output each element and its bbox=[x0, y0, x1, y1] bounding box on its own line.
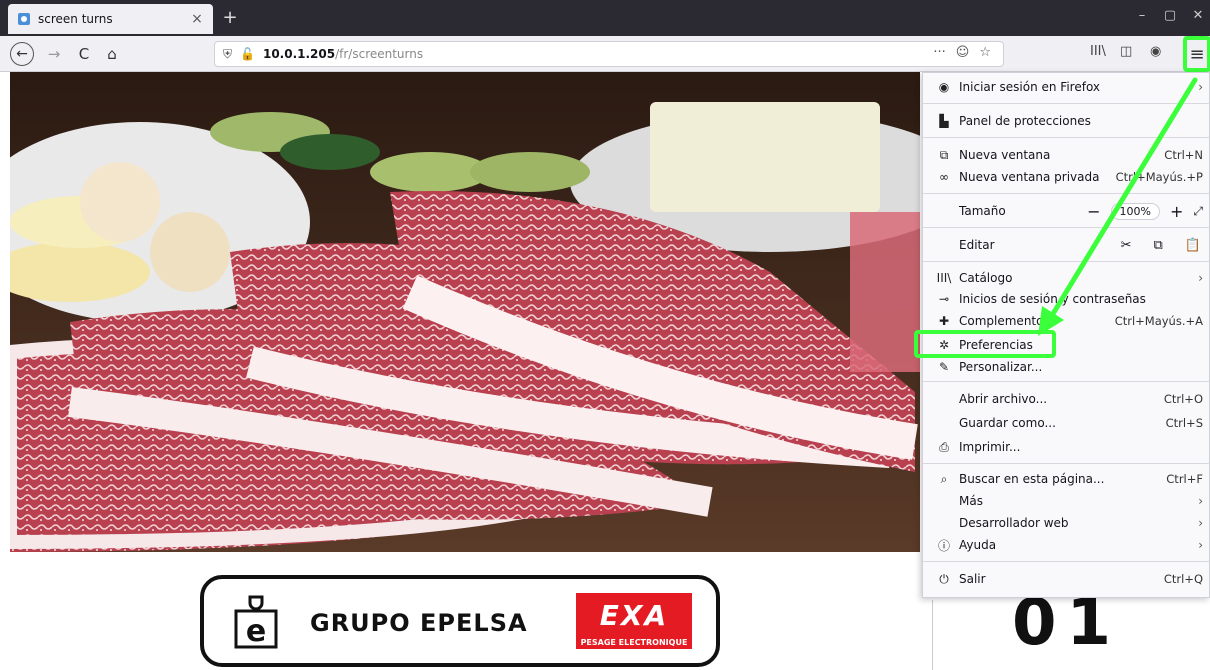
copy-icon[interactable]: ⧉ bbox=[1154, 238, 1163, 253]
url-path: /fr/screenturns bbox=[335, 47, 424, 61]
close-window-button[interactable]: ✕ bbox=[1188, 8, 1208, 23]
menu-item-help[interactable]: ⓘ Ayuda › bbox=[923, 533, 1210, 557]
menu-item-quit[interactable]: ⏻ Salir Ctrl+Q bbox=[923, 567, 1210, 591]
chevron-right-icon: › bbox=[1198, 494, 1203, 508]
grupo-epelsa-logo: e GRUPO EPELSA EXA PESAGE ELECTRONIQUE bbox=[200, 575, 720, 667]
meat-photo bbox=[10, 72, 920, 552]
tab-strip: screen turns × + – ▢ ✕ bbox=[0, 0, 1210, 36]
exa-logo-text: EXA bbox=[599, 599, 669, 632]
minimize-button[interactable]: – bbox=[1132, 8, 1152, 23]
maximize-button[interactable]: ▢ bbox=[1160, 8, 1180, 23]
menu-divider bbox=[923, 261, 1210, 262]
pocket-icon[interactable]: ☺ bbox=[956, 45, 970, 60]
back-button[interactable]: ← bbox=[10, 42, 34, 66]
menu-item-find[interactable]: ⌕ Buscar en esta página... Ctrl+F bbox=[923, 467, 1210, 491]
tab-title: screen turns bbox=[38, 12, 113, 26]
library-icon[interactable]: III\ bbox=[1090, 44, 1106, 59]
zoom-reset-button[interactable]: 100% bbox=[1110, 202, 1160, 220]
menu-divider bbox=[923, 103, 1210, 104]
key-icon: ⊸ bbox=[938, 292, 950, 306]
puzzle-icon: ✚ bbox=[938, 314, 950, 328]
menu-divider bbox=[923, 227, 1210, 228]
fullscreen-icon[interactable]: ⤢ bbox=[1193, 204, 1203, 219]
menu-divider bbox=[923, 193, 1210, 194]
zoom-out-button[interactable]: − bbox=[1087, 202, 1100, 221]
menu-item-protections[interactable]: ▙ Panel de protecciones bbox=[923, 109, 1210, 133]
tab-close-icon[interactable]: × bbox=[189, 11, 205, 27]
chevron-right-icon: › bbox=[1198, 516, 1203, 530]
chevron-right-icon: › bbox=[1198, 80, 1203, 94]
menu-divider bbox=[923, 137, 1210, 138]
zoom-in-button[interactable]: + bbox=[1170, 202, 1183, 221]
menu-item-customize[interactable]: ✎ Personalizar... bbox=[923, 355, 1210, 379]
forward-button[interactable]: → bbox=[42, 42, 66, 66]
new-window-icon: ⧉ bbox=[939, 147, 949, 162]
account-icon[interactable]: ◉ bbox=[1150, 44, 1161, 59]
menu-button-highlight bbox=[1183, 36, 1210, 72]
preferences-highlight bbox=[914, 330, 1056, 358]
menu-item-more[interactable]: Más › bbox=[923, 489, 1210, 513]
menu-divider bbox=[923, 381, 1210, 382]
menu-item-zoom: Tamaño − 100% + ⤢ bbox=[959, 201, 1203, 221]
menu-divider bbox=[923, 561, 1210, 562]
menu-item-print[interactable]: ⎙ Imprimir... bbox=[923, 435, 1210, 459]
page-content bbox=[10, 72, 920, 552]
library-icon: III\ bbox=[936, 271, 952, 285]
menu-item-webdev[interactable]: Desarrollador web › bbox=[923, 511, 1210, 535]
home-button[interactable]: ⌂ bbox=[100, 42, 124, 66]
meat-photo-illustration bbox=[10, 72, 920, 552]
insecure-lock-icon[interactable]: 🔓 bbox=[240, 47, 255, 61]
url-host: 10.0.1.205 bbox=[262, 47, 336, 61]
svg-text:e: e bbox=[246, 614, 266, 649]
logo-text: GRUPO EPELSA bbox=[310, 609, 528, 637]
menu-item-open-file[interactable]: Abrir archivo... Ctrl+O bbox=[923, 387, 1210, 411]
menu-divider bbox=[923, 463, 1210, 464]
cut-icon[interactable]: ✂ bbox=[1121, 238, 1132, 253]
exa-logo-subtitle: PESAGE ELECTRONIQUE bbox=[580, 638, 688, 647]
menu-item-private-window[interactable]: ∞ Nueva ventana privada Ctrl+Mayús.+P bbox=[923, 165, 1210, 189]
exa-logo: EXA PESAGE ELECTRONIQUE bbox=[576, 593, 692, 649]
paintbrush-icon: ✎ bbox=[938, 360, 950, 374]
page-actions-icon[interactable]: ··· bbox=[933, 45, 945, 60]
tab-screen-turns[interactable]: screen turns × bbox=[8, 4, 213, 34]
menu-item-signin[interactable]: ◉ Iniciar sesión en Firefox › bbox=[923, 75, 1210, 99]
printer-icon: ⎙ bbox=[939, 439, 949, 454]
navigation-toolbar: ← → C ⌂ ⛨ 🔓 10.0.1.205 /fr/screenturns ·… bbox=[0, 36, 1210, 72]
scale-weight-logo-icon: e bbox=[234, 595, 278, 649]
page-favicon-icon bbox=[16, 11, 32, 27]
account-icon: ◉ bbox=[938, 80, 950, 94]
reload-button[interactable]: C bbox=[72, 42, 96, 66]
chevron-right-icon: › bbox=[1198, 538, 1203, 552]
sidebar-icon[interactable]: ◫ bbox=[1120, 44, 1132, 59]
private-mask-icon: ∞ bbox=[939, 170, 949, 184]
bookmark-star-icon[interactable]: ☆ bbox=[979, 45, 991, 60]
chevron-right-icon: › bbox=[1198, 271, 1203, 285]
power-icon: ⏻ bbox=[939, 571, 949, 586]
menu-item-logins[interactable]: ⊸ Inicios de sesión y contraseñas bbox=[923, 287, 1210, 311]
search-icon: ⌕ bbox=[940, 471, 948, 486]
menu-item-save-as[interactable]: Guardar como... Ctrl+S bbox=[923, 411, 1210, 435]
url-bar[interactable]: ⛨ 🔓 10.0.1.205 /fr/screenturns ··· ☺ ☆ bbox=[214, 41, 1004, 67]
new-tab-button[interactable]: + bbox=[220, 8, 240, 28]
menu-item-new-window[interactable]: ⧉ Nueva ventana Ctrl+N bbox=[923, 143, 1210, 167]
help-icon: ⓘ bbox=[937, 538, 950, 553]
paste-icon[interactable]: 📋 bbox=[1185, 238, 1201, 253]
menu-item-edit: Editar ✂ ⧉ 📋 bbox=[959, 237, 1201, 253]
protections-dashboard-icon: ▙ bbox=[939, 114, 949, 128]
shield-icon[interactable]: ⛨ bbox=[223, 47, 232, 62]
